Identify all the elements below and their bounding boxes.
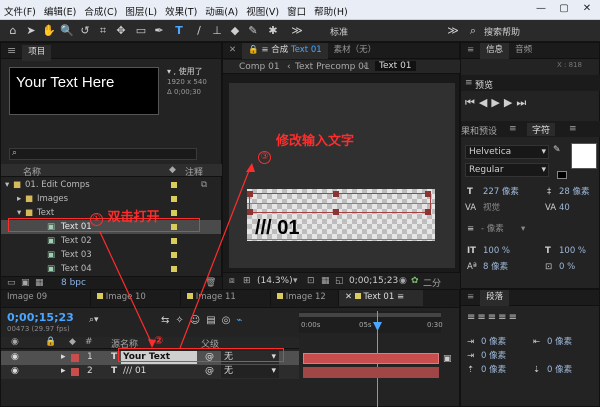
arrow-head: [148, 339, 156, 348]
arrow-line: [99, 231, 153, 345]
annotation-arrows: [99, 163, 255, 349]
arrow-line: [179, 167, 251, 349]
arrow-head: [246, 163, 255, 172]
